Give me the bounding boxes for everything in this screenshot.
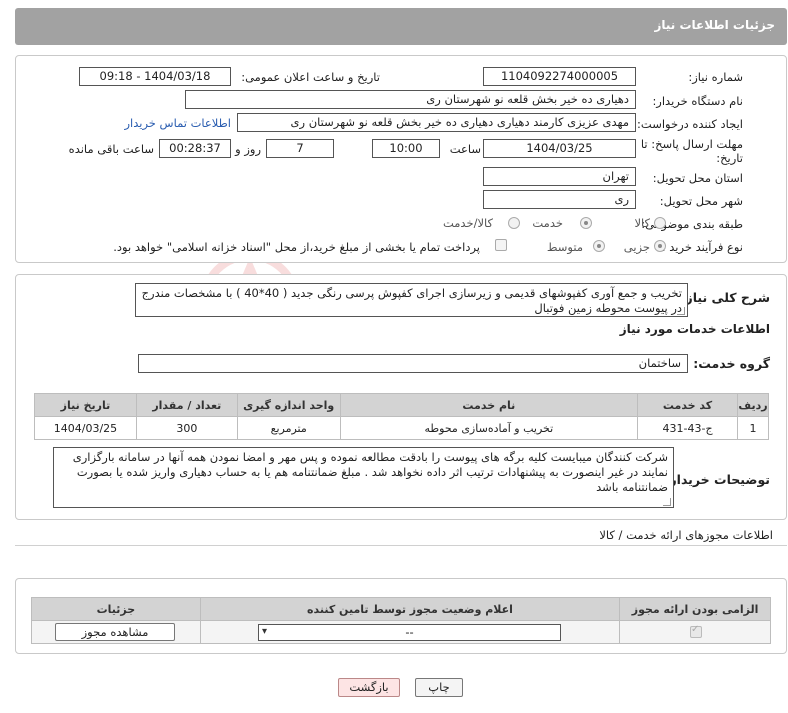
col-service-name: نام خدمت [339,393,639,417]
col-permit-required: الزامی بودن ارائه مجوز [619,597,771,621]
resize-grip-icon[interactable] [663,498,671,506]
remaining-time-label: ساعت باقی مانده [68,142,154,156]
services-table: تاریخ نیاز تعداد / مقدار واحد اندازه گیر… [34,393,770,440]
checkmark-icon: ✓ [691,624,700,635]
page-header: جزئیات اطلاعات نیاز [15,8,787,45]
buyer-notes-text: شرکت کنندگان میبایست کلیه برگه های پیوست… [72,450,668,494]
process-option-minor: جزیی [623,240,650,254]
process-option-medium: متوسط [546,240,583,254]
print-button[interactable]: چاپ [415,678,463,697]
city-field: ری [483,190,636,209]
table-row: 1404/03/25 300 مترمربع تخریب و آماده‌ساز… [34,416,770,440]
col-details: جزئیات [31,597,201,621]
announce-datetime-label: تاریخ و ساعت اعلان عمومی: [241,70,380,84]
service-group-label: گروه خدمت: [693,356,770,371]
permit-status-select[interactable]: -- [258,624,561,641]
cell-service-code: ج-43-431 [637,416,738,440]
col-need-date: تاریخ نیاز [34,393,137,417]
description-label: شرح کلی نیاز: [680,290,770,305]
col-qty: تعداد / مقدار [135,393,238,417]
need-number-label: شماره نیاز: [688,70,743,84]
col-service-code: کد خدمت [637,393,738,417]
announce-datetime-field: 1404/03/18 - 09:18 [79,67,231,86]
province-label: استان محل تحویل: [652,171,743,185]
days-label: روز و [235,142,261,156]
deadline-time-label: ساعت [449,142,481,156]
buyer-org-field: دهیاری ده خیر بخش قلعه نو شهرستان ری [185,90,636,109]
remaining-time-field: 00:28:37 [159,139,231,158]
deadline-label-line1: مهلت ارسال پاسخ: تا [640,137,743,151]
buyer-notes-textarea[interactable]: شرکت کنندگان میبایست کلیه برگه های پیوست… [53,447,674,508]
permits-divider [15,545,787,546]
deadline-label-line2: تاریخ: [716,151,743,165]
city-label: شهر محل تحویل: [659,194,743,208]
services-table-header: تاریخ نیاز تعداد / مقدار واحد اندازه گیر… [34,393,770,417]
cell-unit: مترمربع [236,416,341,440]
category-option-goods-service: کالا/خدمت [442,216,493,230]
requester-field: مهدی عزیزی کارمند دهیاری دهیاری ده خیر ب… [237,113,636,132]
permits-table-header: جزئیات اعلام وضعیت مجوز توسط تامین کننده… [31,597,771,621]
service-group-field: ساختمان [138,354,688,373]
col-row: ردیف [736,393,770,417]
category-radio-goods[interactable] [654,217,666,229]
description-textarea[interactable]: تخریب و جمع آوری کفپوشهای قدیمی و زیرساز… [135,283,688,317]
cell-row: 1 [736,416,770,440]
process-radio-minor[interactable] [654,240,666,252]
need-info-panel [15,55,787,263]
process-type-label: نوع فرآیند خرید : [661,240,743,254]
category-option-goods: کالا [634,216,650,230]
need-number-field: 1104092274000005 [483,67,636,86]
remaining-days-field: 7 [266,139,334,158]
category-radio-service[interactable] [580,217,592,229]
cell-qty: 300 [135,416,238,440]
province-field: تهران [483,167,636,186]
services-title: اطلاعات خدمات مورد نیاز [619,322,770,336]
resize-grip-icon[interactable] [677,307,685,315]
buyer-notes-label: توضیحات خریدار: [664,472,770,487]
cell-need-date: 1404/03/25 [34,416,137,440]
deadline-date-field: 1404/03/25 [483,139,636,158]
view-permit-button[interactable]: مشاهده مجوز [55,623,175,641]
back-button[interactable]: بازگشت [338,678,400,697]
col-permit-status: اعلام وضعیت مجوز توسط تامین کننده [199,597,621,621]
treasury-checkbox[interactable] [495,239,507,251]
chevron-down-icon: ▾ [262,626,268,637]
cell-service-name: تخریب و آماده‌سازی محوطه [339,416,639,440]
treasury-note: پرداخت تمام یا بخشی از مبلغ خرید،از محل … [113,240,480,254]
deadline-time-field: 10:00 [372,139,440,158]
permit-status-value: -- [405,625,414,639]
requester-label: ایجاد کننده درخواست: [637,117,743,131]
category-option-service: خدمت [532,216,563,230]
permits-title: اطلاعات مجوزهای ارائه خدمت / کالا [599,528,773,542]
buyer-contact-link[interactable]: اطلاعات تماس خریدار [124,116,231,130]
process-radio-medium[interactable] [593,240,605,252]
buyer-org-label: نام دستگاه خریدار: [652,94,743,108]
col-unit: واحد اندازه گیری [236,393,341,417]
description-text: تخریب و جمع آوری کفپوشهای قدیمی و زیرساز… [141,286,682,315]
category-radio-goods-service[interactable] [508,217,520,229]
page-title: جزئیات اطلاعات نیاز [654,18,775,32]
